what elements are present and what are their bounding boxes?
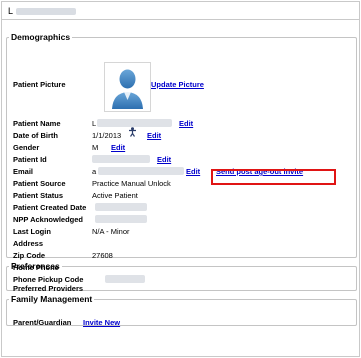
zip-code-label: Zip Code	[13, 251, 46, 260]
edit-dob-link[interactable]: Edit	[147, 131, 161, 140]
patient-name-label: Patient Name	[13, 119, 61, 128]
patient-source-value: Practice Manual Unlock	[92, 179, 171, 188]
edit-email-link[interactable]: Edit	[186, 167, 200, 176]
preferences-legend: Preferences	[11, 261, 60, 271]
highlight-box	[211, 169, 336, 185]
patient-id-redacted	[92, 155, 150, 163]
patient-source-label: Patient Source	[13, 179, 66, 188]
email-value: a	[92, 167, 97, 176]
npp-acknowledged-label: NPP Acknowledged	[13, 215, 84, 224]
patient-header: L	[2, 2, 359, 20]
preferences-section: Preferences Preferred Providers	[6, 261, 357, 293]
family-management-legend: Family Management	[11, 294, 93, 304]
patient-header-redacted-name	[16, 8, 76, 15]
patient-status-value: Active Patient	[92, 191, 138, 200]
parent-guardian-label: Parent/Guardian	[13, 318, 72, 327]
demographics-legend: Demographics	[11, 32, 71, 42]
patient-panel: L Demographics Patient Picture Update Pi…	[1, 1, 360, 357]
edit-patient-id-link[interactable]: Edit	[157, 155, 171, 164]
patient-name-redacted	[97, 119, 172, 127]
last-login-label: Last Login	[13, 227, 51, 236]
npp-acknowledged-redacted	[95, 215, 147, 223]
avatar-person-icon	[112, 69, 143, 109]
gender-label: Gender	[13, 143, 40, 152]
edit-name-link[interactable]: Edit	[179, 119, 193, 128]
patient-status-label: Patient Status	[13, 191, 64, 200]
patient-name-value: L	[92, 119, 97, 128]
date-of-birth-value: 1/1/2013	[92, 131, 122, 140]
patient-header-initial: L	[8, 6, 14, 16]
invite-new-link[interactable]: Invite New	[83, 318, 120, 327]
edit-gender-link[interactable]: Edit	[111, 143, 125, 152]
email-redacted	[98, 167, 184, 175]
email-label: Email	[13, 167, 34, 176]
patient-id-label: Patient Id	[13, 155, 47, 164]
update-picture-link[interactable]: Update Picture	[151, 80, 204, 89]
family-management-section: Family Management Parent/Guardian Invite…	[6, 294, 357, 327]
patient-avatar	[104, 62, 151, 112]
demographics-section: Demographics Patient Picture Update Pict…	[6, 32, 357, 284]
preferred-providers-label: Preferred Providers	[13, 284, 84, 293]
patient-picture-label: Patient Picture	[13, 80, 66, 89]
person-stick-icon	[128, 127, 137, 139]
date-of-birth-label: Date of Birth	[13, 131, 58, 140]
patient-created-date-redacted	[95, 203, 147, 211]
zip-code-value: 27608	[92, 251, 113, 260]
patient-created-date-label: Patient Created Date	[13, 203, 87, 212]
gender-value: M	[92, 143, 99, 152]
last-login-value: N/A - Minor	[92, 227, 130, 236]
address-label: Address	[13, 239, 44, 248]
